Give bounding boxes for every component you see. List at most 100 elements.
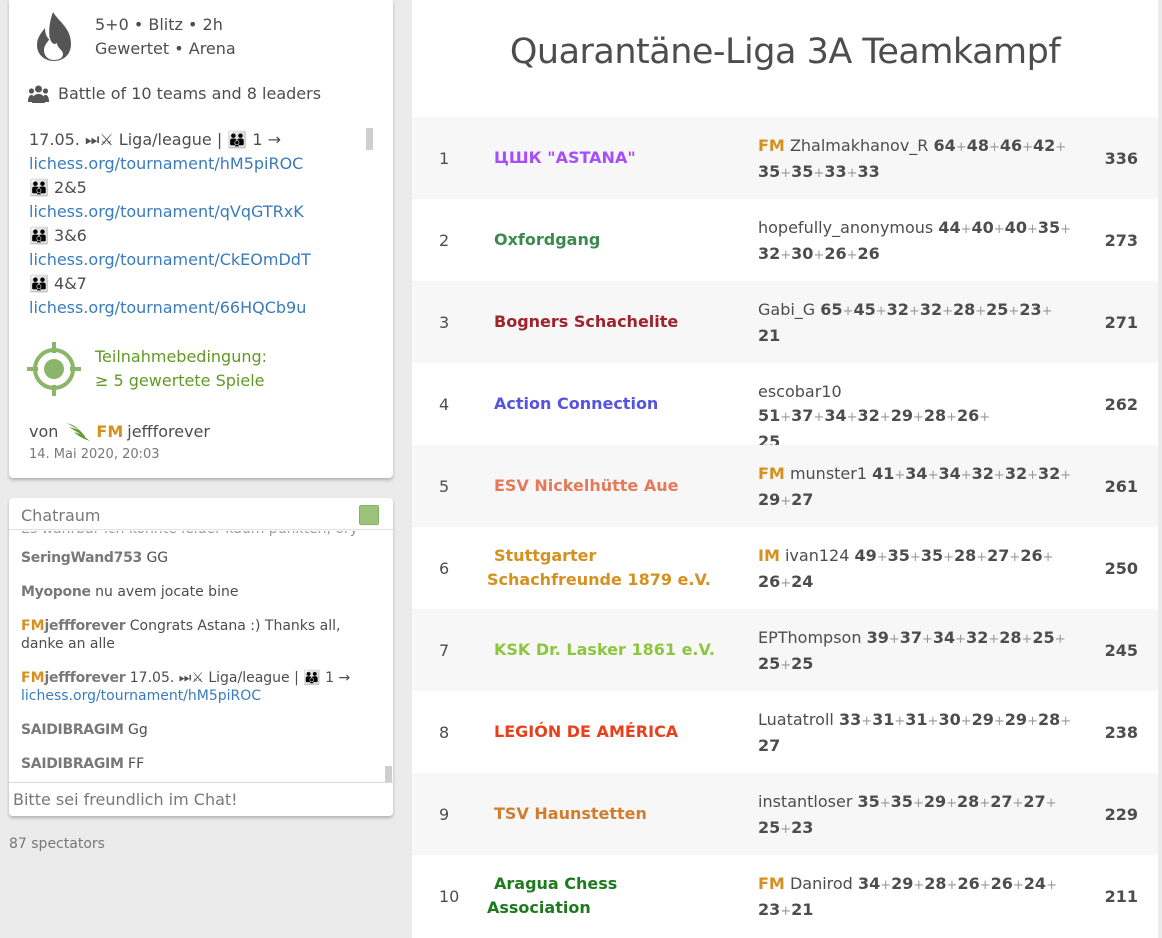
team-rank: 8 xyxy=(439,722,450,742)
leader-name-link[interactable]: ivan124 xyxy=(785,546,849,565)
leader-name-link[interactable]: munster1 xyxy=(790,464,867,483)
player-score: 28 xyxy=(999,628,1022,647)
description-link[interactable]: lichess.org/tournament/CkEOmDdT xyxy=(29,248,369,272)
team-name-line: Action Connection xyxy=(494,394,659,413)
chat-username[interactable]: jeffforever xyxy=(45,670,126,686)
description-link[interactable]: lichess.org/tournament/66HQCb9u xyxy=(29,296,369,320)
team-name-link[interactable]: ESV Nickelhütte Aue xyxy=(494,445,724,527)
target-icon xyxy=(27,342,81,396)
player-score: 29 xyxy=(890,406,913,425)
entry-condition: Teilnahmebedingung: ≥ 5 gewertete Spiele xyxy=(27,342,267,396)
player-score: 42 xyxy=(1033,136,1056,155)
player-score: 29 xyxy=(891,874,914,893)
team-name-line: LEGIÓN DE AMÉRICA xyxy=(494,722,679,741)
player-score: 28 xyxy=(923,406,947,425)
spectator-count: 87 spectators xyxy=(9,836,105,852)
chat-scrollbar[interactable] xyxy=(385,766,392,782)
team-name-line: ЦШК "ASTANA" xyxy=(494,148,636,167)
chat-toggle-checkbox[interactable] xyxy=(359,505,379,525)
standing-row: 5 ESV Nickelhütte Aue FM munster1 41+34+34… xyxy=(412,445,1158,527)
team-name-link[interactable]: Stuttgarter Schachfreunde 1879 e.V. xyxy=(487,527,724,609)
leader-name-link[interactable]: escobar10 xyxy=(758,382,842,401)
player-score: 33 xyxy=(857,162,880,181)
player-score: 25 xyxy=(1032,628,1055,647)
chat-link[interactable]: lichess.org/tournament/hM5piROC xyxy=(21,688,261,704)
chat-username[interactable]: SAIDIBRAGIM xyxy=(21,756,124,772)
player-score: 35 xyxy=(791,162,814,181)
player-score: 29 xyxy=(923,792,947,811)
user-title: FM xyxy=(21,670,45,686)
player-score: 51 xyxy=(758,406,781,425)
player-score: 31 xyxy=(872,710,895,729)
chat-username[interactable]: Myopone xyxy=(21,584,91,600)
leader-name-link[interactable]: hopefully_anonymous xyxy=(758,218,933,237)
chat-text: 17.05. ⏭⚔ Liga/league | 👪 1 → xyxy=(129,670,351,686)
player-score: 28 xyxy=(953,546,977,565)
player-score: 26 xyxy=(957,874,980,893)
chat-message: FMjeffforever 17.05. ⏭⚔ Liga/league | 👪 … xyxy=(21,669,361,705)
player-score: 25 xyxy=(758,818,781,837)
plus-sign: + xyxy=(943,550,954,565)
creator-title: FM xyxy=(96,421,124,441)
player-score: 34 xyxy=(905,464,928,483)
plus-sign: + xyxy=(946,410,958,425)
team-name-link[interactable]: Oxfordgang xyxy=(494,199,724,281)
team-name-link[interactable]: LEGIÓN DE AMÉRICA xyxy=(494,691,724,773)
leader-name-link[interactable]: instantloser xyxy=(758,792,852,811)
chat-message: FMjeffforever Congrats Astana :) Thanks … xyxy=(21,617,361,653)
team-name-link[interactable]: TSV Haunstetten xyxy=(494,773,724,855)
plus-sign: + xyxy=(780,822,792,837)
team-leaders: FM Danirod 34+29+28+26+26+24+ 23+21 xyxy=(758,872,1078,924)
team-name-link[interactable]: ЦШК "ASTANA" xyxy=(494,117,724,199)
team-standings-panel: Quarantäne-Liga 3A Teamkampf 1 ЦШК "ASTAN… xyxy=(412,0,1158,938)
description-line: 👪 2&5 xyxy=(29,178,87,197)
team-total-score: 245 xyxy=(1104,640,1138,660)
player-score: 32 xyxy=(857,406,880,425)
plus-sign: + xyxy=(1041,304,1053,319)
player-score: 35 xyxy=(1037,218,1061,237)
plus-sign: + xyxy=(1026,222,1038,237)
leader-name-link[interactable]: EPThompson xyxy=(758,628,861,647)
standing-row: 8 LEGIÓN DE AMÉRICA Luatatroll 33+31+31+30… xyxy=(412,691,1158,773)
leader-name-link[interactable]: Gabi_G xyxy=(758,300,815,319)
player-score: 29 xyxy=(758,490,781,509)
chat-header: Chatraum xyxy=(9,498,393,530)
page-title: Quarantäne-Liga 3A Teamkampf xyxy=(509,32,1061,72)
plus-sign: + xyxy=(846,248,858,263)
description-scrollbar[interactable] xyxy=(366,128,373,150)
team-name-link[interactable]: Action Connection xyxy=(494,363,724,445)
leader-name-link[interactable]: Zhalmakhanov_R xyxy=(790,136,928,155)
player-score: 30 xyxy=(791,244,814,263)
player-score: 21 xyxy=(791,900,814,919)
plus-sign: + xyxy=(1054,632,1066,647)
team-rank: 10 xyxy=(439,886,460,906)
plus-sign: + xyxy=(993,468,1005,483)
plus-sign: + xyxy=(913,878,925,893)
player-title: FM xyxy=(758,136,785,155)
plus-sign: + xyxy=(946,878,958,893)
player-score: 34 xyxy=(932,628,956,647)
description-link[interactable]: lichess.org/tournament/qVqGTRxK xyxy=(29,200,369,224)
plus-sign: + xyxy=(888,632,900,647)
creator-link[interactable]: jeffforever xyxy=(127,422,210,441)
chat-username[interactable]: SAIDIBRAGIM xyxy=(21,722,124,738)
plus-sign: + xyxy=(1021,632,1033,647)
chat-username[interactable]: SeringWand753 xyxy=(21,550,142,566)
plus-sign: + xyxy=(955,140,967,155)
description-link[interactable]: lichess.org/tournament/hM5piROC xyxy=(29,152,369,176)
plus-sign: + xyxy=(1060,222,1072,237)
player-score: 26 xyxy=(758,572,781,591)
team-name-link[interactable]: KSK Dr. Lasker 1861 e.V. xyxy=(494,609,724,691)
team-name-link[interactable]: Aragua Chess Association xyxy=(487,855,724,937)
chat-input[interactable]: Bitte sei freundlich im Chat! xyxy=(9,782,393,816)
team-rank: 6 xyxy=(439,558,450,578)
team-name-link[interactable]: Bogners Schachelite xyxy=(494,281,724,363)
leader-name-link[interactable]: Danirod xyxy=(790,874,853,893)
player-score: 26 xyxy=(1020,546,1043,565)
player-score: 25 xyxy=(758,654,781,673)
chat-username[interactable]: jeffforever xyxy=(45,618,126,634)
team-total-score: 336 xyxy=(1104,148,1138,168)
player-score: 25 xyxy=(986,300,1009,319)
plus-sign: + xyxy=(876,550,888,565)
leader-name-link[interactable]: Luatatroll xyxy=(758,710,834,729)
